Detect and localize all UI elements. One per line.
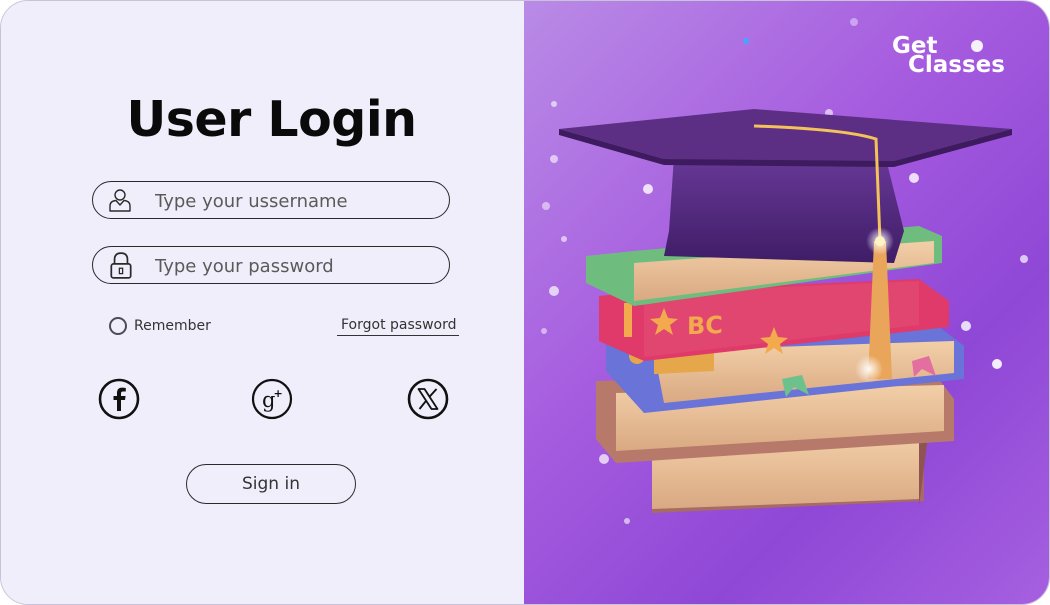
- svg-text:+: +: [274, 387, 283, 400]
- password-field[interactable]: [92, 246, 450, 284]
- google-plus-icon[interactable]: g +: [251, 378, 293, 420]
- book-spine-text: BC: [687, 311, 723, 340]
- username-input[interactable]: [153, 186, 437, 216]
- facebook-icon[interactable]: [98, 378, 140, 420]
- sign-in-button[interactable]: Sign in: [186, 464, 356, 504]
- page-title: User Login: [126, 91, 417, 148]
- remember-radio[interactable]: [109, 317, 127, 335]
- books-graduation-cap-illustration: BC: [541, 18, 1028, 524]
- hero-panel: Get Classes BC: [524, 1, 1049, 604]
- user-icon: [109, 189, 131, 212]
- remember-checkbox[interactable]: Remember: [109, 315, 211, 337]
- username-field[interactable]: [92, 181, 450, 219]
- remember-label: Remember: [134, 318, 211, 334]
- lock-icon: [110, 252, 132, 279]
- forgot-password-link[interactable]: Forgot password: [337, 317, 459, 336]
- password-input[interactable]: [153, 251, 437, 281]
- x-icon[interactable]: [407, 378, 449, 420]
- login-panel: User Login Remember Forgot password: [1, 1, 524, 604]
- login-card: User Login Remember Forgot password: [0, 0, 1050, 605]
